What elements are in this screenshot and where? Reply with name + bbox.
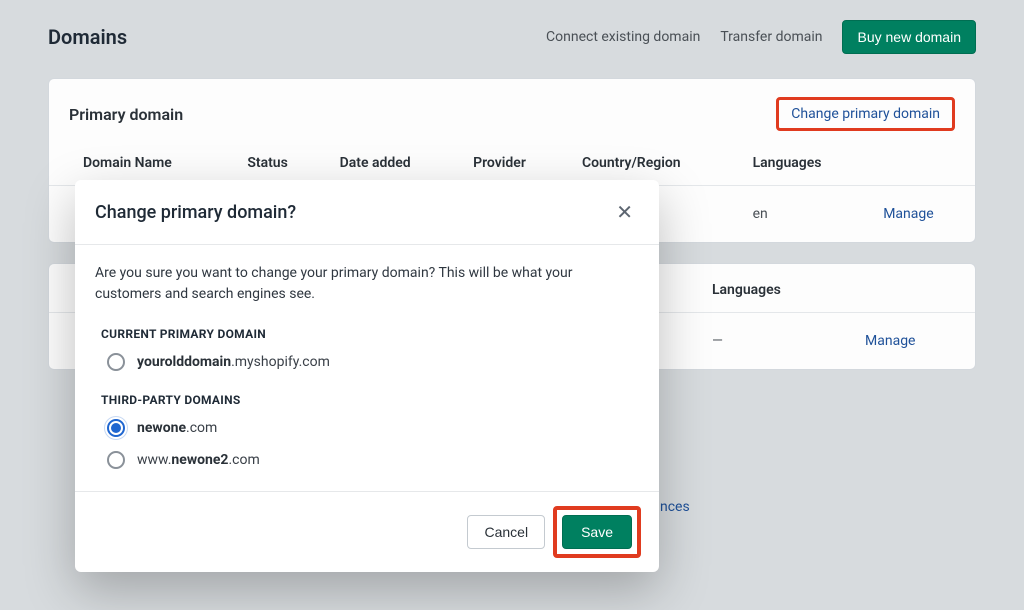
modal-description: Are you sure you want to change your pri…	[95, 263, 639, 305]
option-newone-label: newone.com	[137, 420, 217, 436]
save-button[interactable]: Save	[562, 515, 632, 549]
option-newone2-label: www.newone2.com	[137, 452, 260, 468]
change-primary-domain-modal: Change primary domain? ✕ Are you sure yo…	[75, 180, 659, 572]
save-button-highlight: Save	[553, 506, 641, 558]
radio-newone[interactable]: newone.com	[107, 419, 639, 437]
current-domain-label: yourolddomain.myshopify.com	[137, 354, 330, 370]
close-icon[interactable]: ✕	[610, 198, 639, 226]
radio-icon	[107, 353, 125, 371]
radio-icon	[107, 451, 125, 469]
current-primary-heading: CURRENT PRIMARY DOMAIN	[101, 327, 639, 341]
cancel-button[interactable]: Cancel	[467, 515, 545, 549]
modal-title: Change primary domain?	[95, 202, 296, 223]
third-party-heading: THIRD-PARTY DOMAINS	[101, 393, 639, 407]
radio-icon-selected	[107, 419, 125, 437]
modal-backdrop: Change primary domain? ✕ Are you sure yo…	[0, 0, 1024, 610]
radio-newone2[interactable]: www.newone2.com	[107, 451, 639, 469]
radio-current-domain[interactable]: yourolddomain.myshopify.com	[107, 353, 639, 371]
